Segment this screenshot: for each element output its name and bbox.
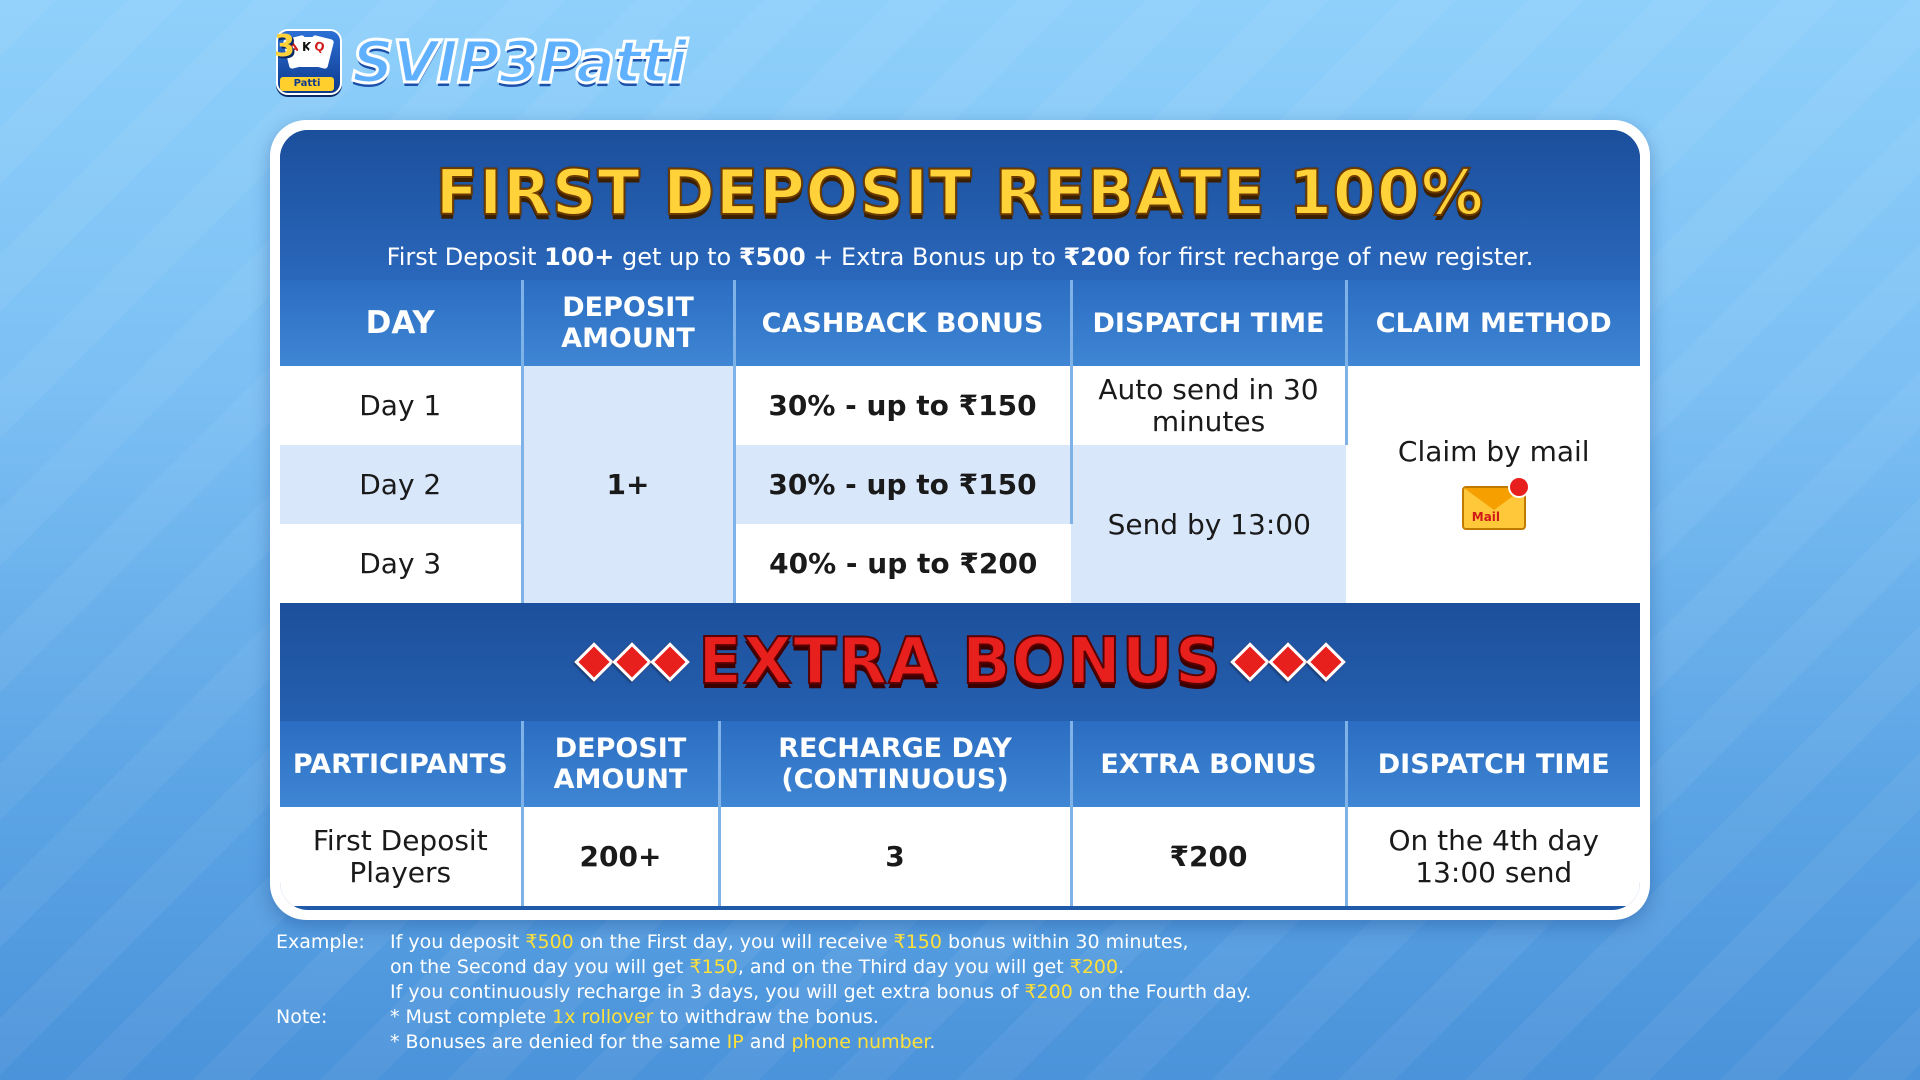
cards-logo-icon: A K Q 3 Patti [274, 29, 342, 95]
col-header-recharge-day: RECHARGE DAY (CONTINUOUS) [719, 721, 1073, 807]
claim-method-cell: Claim by mail Mail [1346, 366, 1640, 603]
extra-table-header: PARTICIPANTS DEPOSIT AMOUNT RECHARGE DAY… [280, 721, 1640, 807]
diamond-left-icon [574, 642, 690, 682]
day-cell: Day 3 [280, 524, 524, 603]
col-header-participants: PARTICIPANTS [280, 721, 524, 807]
day-cell: Day 2 [280, 445, 524, 524]
extra-bonus-cell: ₹200 [1071, 807, 1348, 906]
col-header-claim-method: CLAIM METHOD [1346, 280, 1640, 366]
promo-card-inner: FIRST DEPOSIT REBATE 100% First Deposit … [280, 130, 1640, 910]
mail-icon-label: Mail [1471, 509, 1501, 524]
rebate-table: DAY DEPOSIT AMOUNT CASHBACK BONUS DISPAT… [280, 280, 1640, 603]
rebate-table-header: DAY DEPOSIT AMOUNT CASHBACK BONUS DISPAT… [280, 280, 1640, 366]
hero-title: FIRST DEPOSIT REBATE 100% [435, 155, 1485, 230]
participants-cell: First Deposit Players [280, 807, 524, 906]
col-header-day: DAY [280, 280, 524, 366]
example-label: Example: [276, 931, 365, 953]
dispatch-time-cell: Auto send in 30 minutes [1071, 366, 1348, 445]
col-header-dispatch-time: DISPATCH TIME [1071, 280, 1348, 366]
mail-icon: Mail [1461, 475, 1530, 530]
cashback-cell: 40% - up to ₹200 [734, 524, 1071, 603]
cashback-cell: 30% - up to ₹150 [734, 445, 1073, 524]
day-cell: Day 1 [280, 366, 524, 445]
col-header-dispatch-time: DISPATCH TIME [1346, 721, 1640, 807]
logo-text: SVIP3Patti [350, 27, 688, 98]
claim-method-label: Claim by mail [1397, 434, 1590, 468]
col-header-cashback-bonus: CASHBACK BONUS [734, 280, 1073, 366]
hero-section: FIRST DEPOSIT REBATE 100% First Deposit … [280, 130, 1640, 280]
extra-bonus-banner: EXTRA BONUS [280, 603, 1640, 721]
example-line: If you continuously recharge in 3 days, … [390, 981, 1252, 1003]
hero-subtitle: First Deposit 100+ get up to ₹500 + Extr… [386, 243, 1534, 271]
table-row: First Deposit Players 200+ 3 ₹200 On the… [280, 807, 1640, 906]
example-line: on the Second day you will get ₹150, and… [390, 956, 1125, 978]
dispatch-time-cell: Send by 13:00 [1071, 445, 1346, 603]
recharge-day-cell: 3 [719, 807, 1073, 906]
promo-card: FIRST DEPOSIT REBATE 100% First Deposit … [270, 120, 1650, 920]
diamond-right-icon [1230, 642, 1346, 682]
logo-badge-label: Patti [280, 77, 334, 91]
note-line: * Bonuses are denied for the same IP and… [390, 1031, 936, 1053]
brand-logo: A K Q 3 Patti SVIP3Patti [274, 27, 689, 98]
deposit-amount-cell: 1+ [522, 366, 736, 603]
terms-notes: Example: If you deposit ₹500 on the Firs… [276, 930, 1251, 1055]
note-label: Note: [276, 1006, 328, 1028]
note-line: Note: * Must complete 1x rollover to wit… [276, 1006, 879, 1028]
extra-bonus-table: PARTICIPANTS DEPOSIT AMOUNT RECHARGE DAY… [280, 721, 1640, 906]
example-line: Example: If you deposit ₹500 on the Firs… [276, 931, 1189, 953]
col-header-deposit-amount: DEPOSIT AMOUNT [522, 721, 721, 807]
col-header-deposit-amount: DEPOSIT AMOUNT [522, 280, 736, 366]
logo-badge-number: 3 [274, 29, 295, 64]
table-row: Day 1 1+ 30% - up to ₹150 Auto send in 3… [280, 366, 1640, 603]
deposit-amount-cell: 200+ [522, 807, 721, 906]
cashback-cell: 30% - up to ₹150 [734, 366, 1073, 445]
col-header-extra-bonus: EXTRA BONUS [1071, 721, 1348, 807]
extra-bonus-title: EXTRA BONUS [697, 624, 1222, 700]
dispatch-time-cell: On the 4th day 13:00 send [1346, 807, 1640, 906]
